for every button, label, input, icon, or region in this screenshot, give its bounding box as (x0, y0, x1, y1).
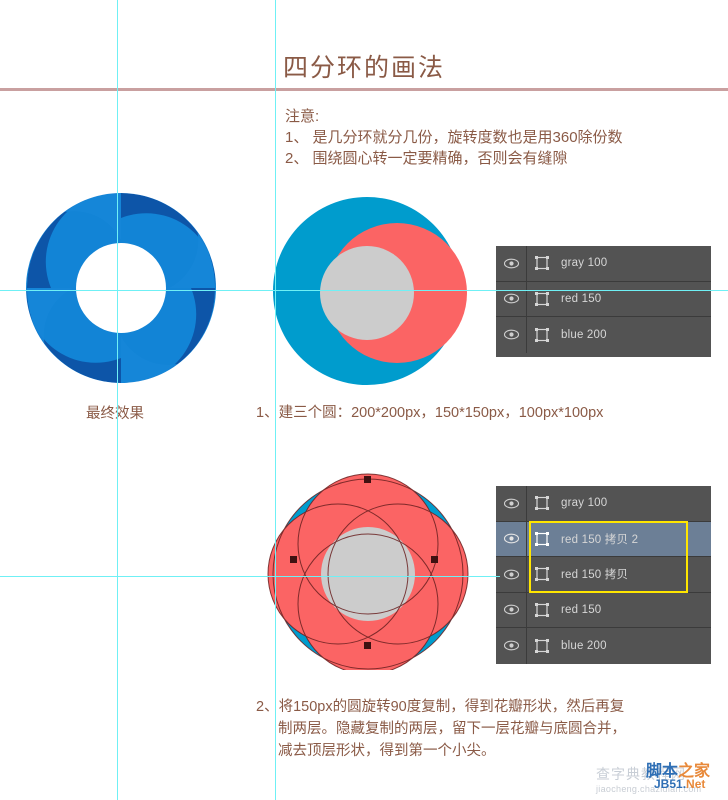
shape-layer-icon (535, 327, 549, 342)
layer-name: blue 200 (561, 328, 607, 341)
layer-visibility-toggle[interactable] (496, 521, 527, 556)
caption-step-1: 1、建三个圆：200*200px，150*150px，100px*100px (256, 405, 604, 421)
eye-icon (503, 498, 519, 509)
shape-layer-icon (535, 602, 549, 617)
layer-name: red 150 (561, 292, 602, 305)
final-ring-figure (26, 192, 216, 384)
layer-row-selected[interactable]: red 150 拷贝 2 (496, 521, 711, 557)
page-title: 四分环的画法 (282, 54, 445, 82)
layer-visibility-toggle[interactable] (496, 317, 527, 353)
layer-thumbnail[interactable] (527, 327, 557, 343)
layer-visibility-toggle[interactable] (496, 281, 527, 316)
petal-shape-figure (267, 473, 469, 670)
layer-thumbnail[interactable] (527, 291, 557, 307)
layer-row[interactable]: blue 200 (496, 628, 711, 664)
title-divider (0, 88, 728, 91)
notes-heading: 注意: (285, 108, 320, 125)
guide-vertical-right (275, 0, 276, 800)
eye-icon (503, 329, 519, 340)
circle-gray-100 (320, 246, 414, 340)
watermark-site-name-blue: 脚本 (646, 763, 679, 780)
layer-thumbnail[interactable] (527, 566, 557, 582)
shape-layer-icon (535, 567, 549, 582)
layers-panel-bottom[interactable]: gray 100 red 150 拷贝 2 red 150 拷贝 red 150… (496, 486, 711, 664)
three-circles-figure (273, 197, 467, 385)
caption-step-2: 2、将150px的圆旋转90度复制，得到花瓣形状，然后再复 制两层。隐藏复制的两… (256, 696, 656, 762)
guide-vertical-left (117, 0, 118, 800)
guide-horizontal-lower (0, 576, 500, 577)
watermark-faint-url: jiaocheng.chazidian.com (596, 784, 702, 794)
shape-layer-icon (535, 496, 549, 511)
layer-name: red 150 (561, 603, 602, 616)
notes-block: 注意: 1、 是几分环就分几份，旋转度数也是用360除份数 2、 围绕圆心转一定… (285, 106, 623, 169)
shape-layer-icon (535, 638, 549, 653)
caption-step-2-line-1: 2、将150px的圆旋转90度复制，得到花瓣形状，然后再复 (256, 699, 625, 715)
watermark-faint-cn: 查字典教程网 (596, 766, 686, 782)
layer-name: red 150 拷贝 (561, 569, 629, 582)
layer-thumbnail[interactable] (527, 531, 557, 547)
layer-thumbnail[interactable] (527, 602, 557, 618)
eye-icon (503, 569, 519, 580)
layer-row[interactable]: blue 200 (496, 317, 711, 353)
layer-visibility-toggle[interactable] (496, 557, 527, 592)
eye-icon (503, 533, 519, 544)
notes-item-1: 1、 是几分环就分几份，旋转度数也是用360除份数 (285, 129, 623, 146)
shape-layer-icon (535, 531, 549, 546)
watermark-site-name-orange: 之家 (678, 763, 711, 780)
layer-name: blue 200 (561, 639, 607, 652)
shape-layer-icon (535, 291, 549, 306)
layer-row[interactable]: gray 100 (496, 246, 711, 282)
eye-icon (503, 640, 519, 651)
layer-name: gray 100 (561, 497, 608, 510)
layer-name: red 150 拷贝 2 (561, 533, 639, 546)
layer-visibility-toggle[interactable] (496, 246, 527, 281)
eye-icon (503, 293, 519, 304)
watermark-domain-orange: Net (686, 777, 706, 791)
caption-step-2-line-3: 减去顶层形状，得到第一个小尖。 (278, 743, 496, 759)
watermark-domain-blue: JB51. (654, 777, 687, 791)
watermark-domain: JB51.Net (654, 777, 705, 791)
layer-visibility-toggle[interactable] (496, 628, 527, 664)
layer-row[interactable]: red 150 拷贝 (496, 557, 711, 593)
layer-thumbnail[interactable] (527, 638, 557, 654)
layer-row[interactable]: gray 100 (496, 486, 711, 522)
shape-layer-icon (535, 256, 549, 271)
guide-horizontal-upper (0, 290, 728, 291)
eye-icon (503, 258, 519, 269)
caption-step-2-line-2: 制两层。隐藏复制的两层，留下一层花瓣与底圆合并， (278, 721, 626, 737)
layer-visibility-toggle[interactable] (496, 592, 527, 627)
layer-row[interactable]: red 150 (496, 281, 711, 317)
eye-icon (503, 604, 519, 615)
layer-row[interactable]: red 150 (496, 592, 711, 628)
caption-final-effect: 最终效果 (86, 406, 144, 422)
notes-item-2: 2、 围绕圆心转一定要精确，否则会有缝隙 (285, 150, 568, 167)
petal-center-gray (321, 527, 415, 621)
layer-visibility-toggle[interactable] (496, 486, 527, 521)
layers-panel-top[interactable]: gray 100 red 150 blue 200 (496, 246, 711, 357)
layer-thumbnail[interactable] (527, 495, 557, 511)
layer-thumbnail[interactable] (527, 255, 557, 271)
layer-name: gray 100 (561, 257, 608, 270)
